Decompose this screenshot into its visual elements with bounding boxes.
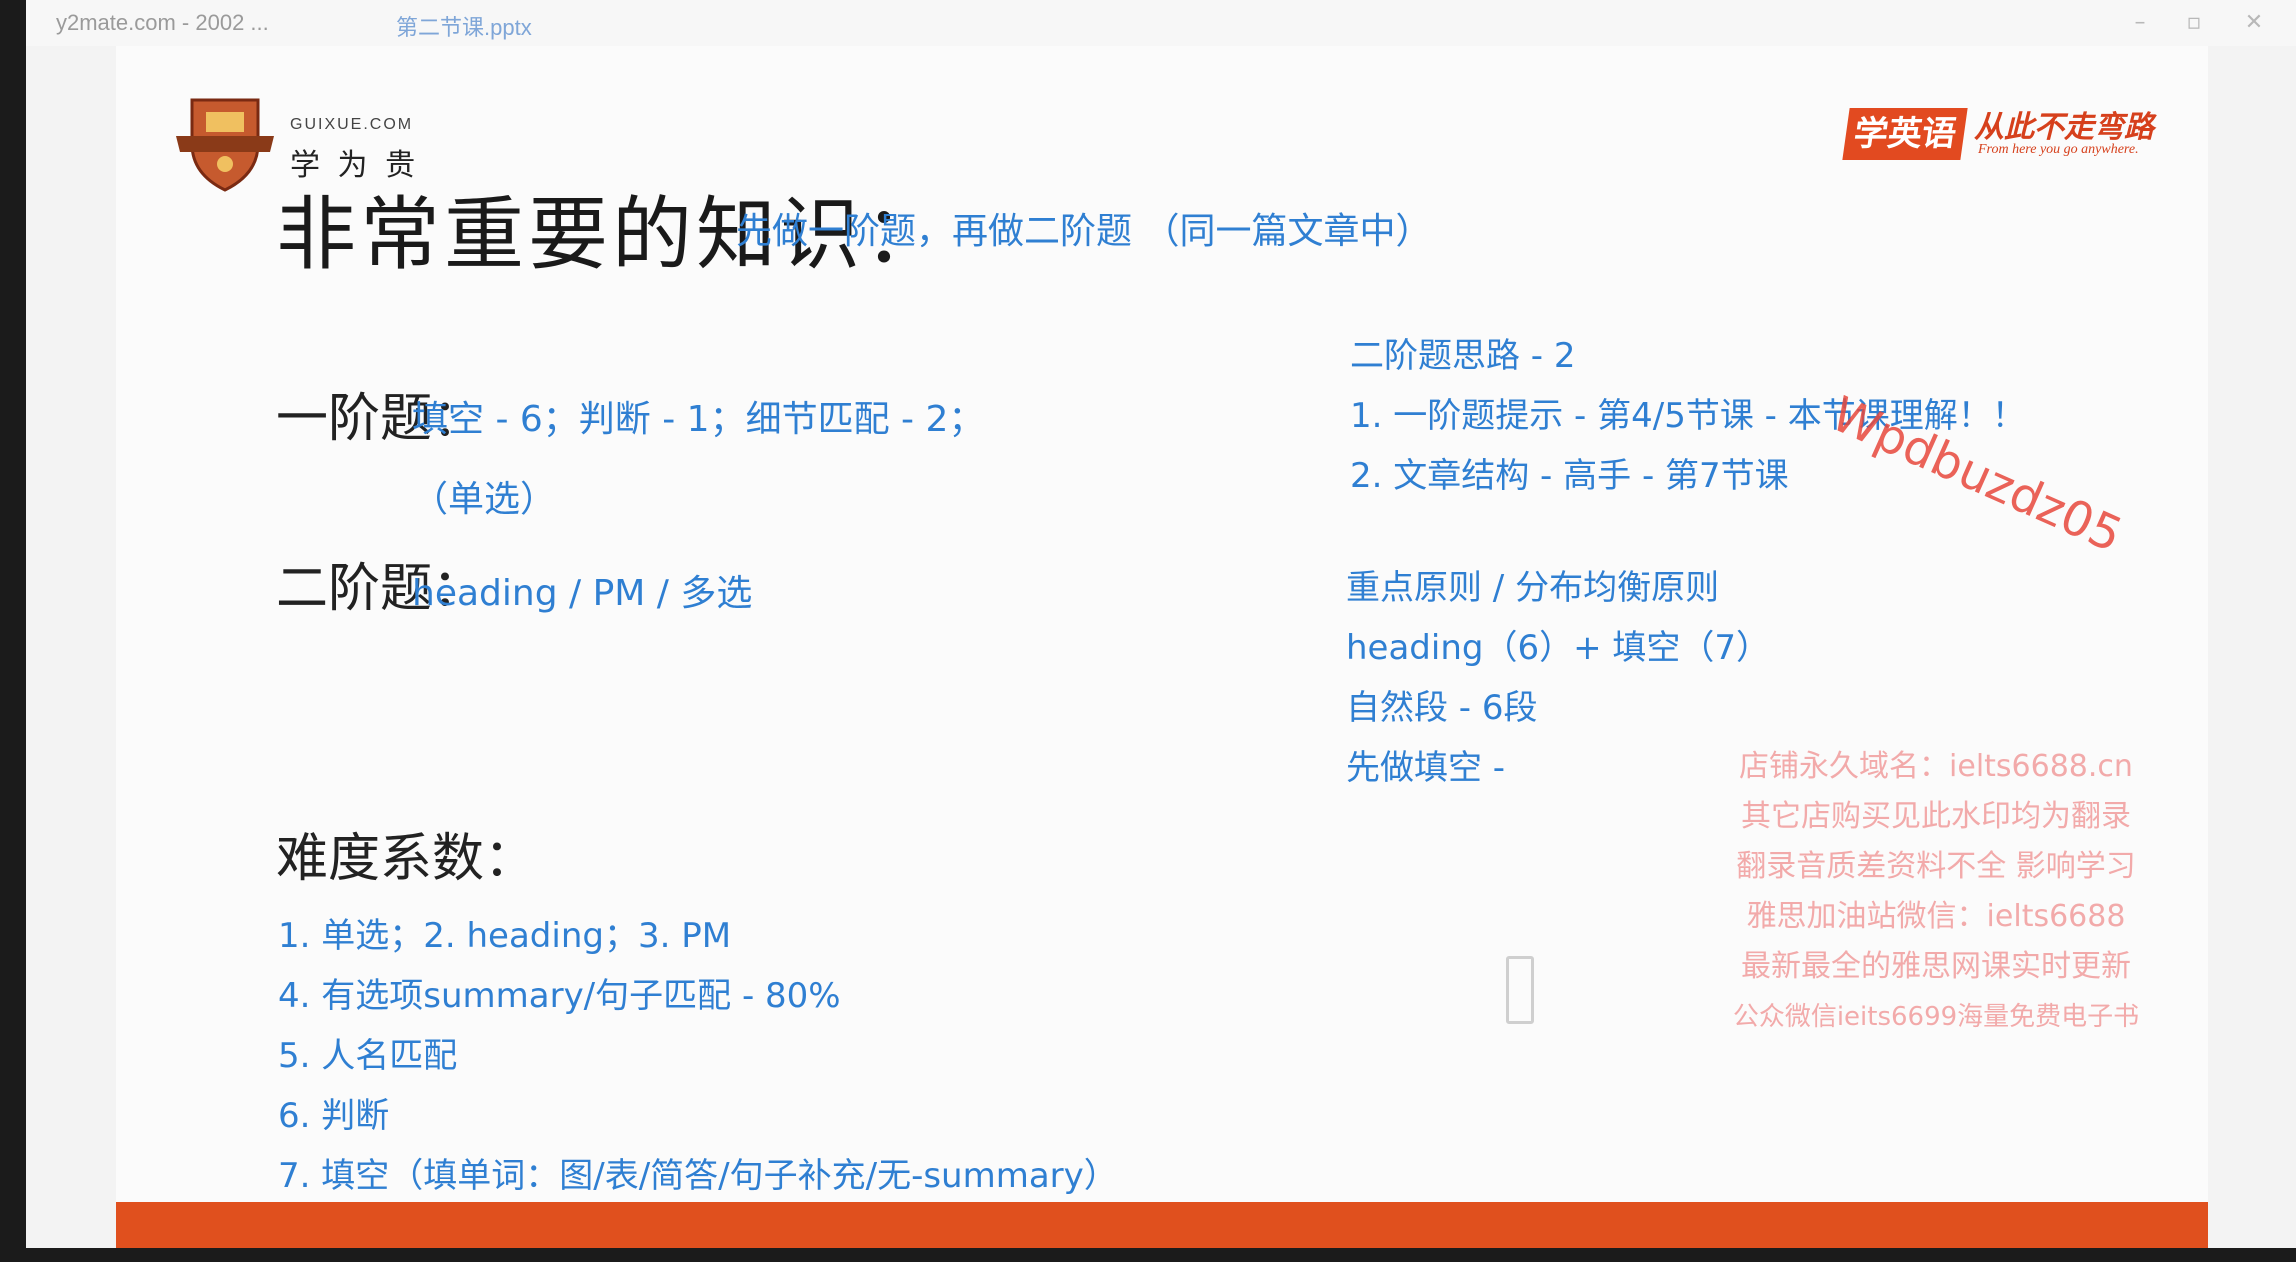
guixue-logo: GUIXUE.COM 学 为 贵 <box>170 86 415 200</box>
shop-watermark-line: 店铺永久域名：ielts6688.cn <box>1739 749 2133 784</box>
first-order-items-cont: （单选） <box>412 479 557 520</box>
principle-line-3: 自然段 - 6段 <box>1346 688 1538 728</box>
shop-watermark-line: 雅思加油站微信：ielts6688 <box>1746 899 2126 934</box>
close-icon[interactable]: ✕ <box>2236 8 2272 38</box>
difficulty-label: 难度系数： <box>276 829 537 889</box>
difficulty-line-1: 1. 单选；2. heading；3. PM <box>278 916 732 956</box>
text-cursor-icon <box>1506 956 1534 1024</box>
logo-tagline: From here you go anywhere. <box>1978 142 2139 157</box>
logo-badge: 学英语 <box>1842 108 1968 160</box>
difficulty-line-5: 7. 填空（填单词：图/表/简答/句子补充/无-summary） <box>278 1156 1118 1196</box>
principle-line-1: 重点原则 / 分布均衡原则 <box>1346 568 1720 608</box>
principle-line-2: heading（6）+ 填空（7） <box>1346 628 1771 668</box>
difficulty-line-2: 4. 有选项summary/句子匹配 - 80% <box>278 976 841 1016</box>
presentation-window: y2mate.com - 2002 ... 第二节课.pptx – ▫ ✕ GU… <box>26 0 2296 1248</box>
source-text: y2mate.com - 2002 ... <box>56 10 269 35</box>
approach-line-2: 2. 文章结构 - 高手 - 第7节课 <box>1350 456 1789 496</box>
logo-domain: GUIXUE.COM <box>290 116 414 133</box>
principle-line-4: 先做填空 - <box>1346 748 1506 788</box>
logo-slogan: 从此不走弯路 <box>1974 110 2154 145</box>
shop-watermark-line: 公众微信ieits6699海量免费电子书 <box>1732 1002 2140 1032</box>
first-order-items: 填空 - 6；判断 - 1；细节匹配 - 2； <box>412 399 985 440</box>
shop-watermark-line: 最新最全的雅思网课实时更新 <box>1741 949 2131 984</box>
second-order-items: heading / PM / 多选 <box>412 573 753 614</box>
window-titlebar: y2mate.com - 2002 ... 第二节课.pptx – ▫ ✕ <box>26 0 2296 46</box>
approach-heading: 二阶题思路 - 2 <box>1350 336 1576 376</box>
slide: GUIXUE.COM 学 为 贵 学英语 从此不走弯路 From here yo… <box>116 46 2208 1248</box>
shop-watermark-line: 翻录音质差资料不全 影响学习 <box>1736 849 2136 884</box>
file-tab[interactable]: 第二节课.pptx <box>396 10 532 42</box>
shop-watermark: 店铺永久域名：ielts6688.cn 其它店购买见此水印均为翻录 翻录音质差资… <box>1676 742 2196 1042</box>
title-note: 先做一阶题，再做二阶题 （同一篇文章中） <box>736 211 1432 252</box>
slide-footer-bar <box>116 1202 2208 1248</box>
difficulty-line-4: 6. 判断 <box>278 1096 390 1136</box>
shield-emblem-icon <box>176 98 274 192</box>
minimize-icon[interactable]: – <box>2122 8 2158 38</box>
shop-watermark-line: 其它店购买见此水印均为翻录 <box>1741 799 2131 834</box>
difficulty-line-3: 5. 人名匹配 <box>278 1036 458 1076</box>
maximize-icon[interactable]: ▫ <box>2176 8 2212 38</box>
